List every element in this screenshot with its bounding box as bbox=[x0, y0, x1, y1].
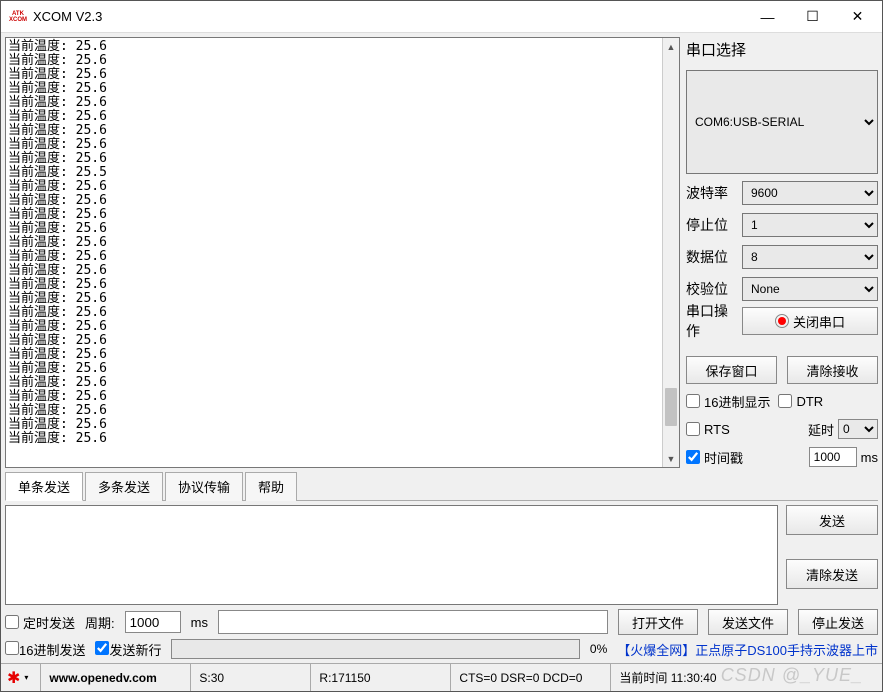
hex-display-label: 16进制显示 bbox=[704, 392, 770, 411]
maximize-button[interactable]: ☐ bbox=[790, 2, 835, 32]
gear-icon[interactable]: ✱ bbox=[7, 668, 20, 688]
send-file-button[interactable]: 发送文件 bbox=[708, 609, 788, 635]
send-tabs: 单条发送 多条发送 协议传输 帮助 bbox=[5, 468, 878, 501]
hex-send-label: 16进制发送 bbox=[19, 643, 85, 658]
port-select[interactable]: COM6:USB-SERIAL bbox=[686, 70, 878, 174]
minimize-button[interactable]: — bbox=[745, 2, 790, 32]
baud-select[interactable]: 9600 bbox=[742, 181, 878, 205]
status-bar: ✱▾ www.openedv.com S:30 R:171150 CTS=0 D… bbox=[1, 663, 882, 691]
scroll-thumb[interactable] bbox=[665, 388, 677, 426]
send-button[interactable]: 发送 bbox=[786, 505, 878, 535]
port-op-label: 串口操作 bbox=[686, 301, 734, 341]
open-file-button[interactable]: 打开文件 bbox=[618, 609, 698, 635]
status-time: 当前时间 11:30:40 bbox=[610, 664, 878, 691]
databit-select[interactable]: 8 bbox=[742, 245, 878, 269]
status-caret-icon[interactable]: ▾ bbox=[20, 673, 32, 682]
receive-text[interactable]: 当前温度: 25.6 当前温度: 25.6 当前温度: 25.6 当前温度: 2… bbox=[6, 38, 662, 467]
timestamp-input[interactable] bbox=[809, 447, 857, 467]
receive-panel: 当前温度: 25.6 当前温度: 25.6 当前温度: 25.6 当前温度: 2… bbox=[5, 37, 680, 468]
status-sent: S:30 bbox=[190, 664, 310, 691]
parity-select[interactable]: None bbox=[742, 277, 878, 301]
progress-label: 0% bbox=[590, 642, 607, 656]
status-line: CTS=0 DSR=0 DCD=0 bbox=[450, 664, 610, 691]
port-toggle-label: 关闭串口 bbox=[793, 312, 845, 331]
period-label: 周期: bbox=[85, 613, 115, 632]
side-title: 串口选择 bbox=[686, 39, 878, 60]
send-newline-label: 发送新行 bbox=[109, 643, 161, 658]
scroll-down-icon[interactable]: ▼ bbox=[663, 450, 679, 467]
timestamp-checkbox[interactable] bbox=[686, 450, 700, 464]
status-url[interactable]: www.openedv.com bbox=[40, 664, 190, 691]
title-bar: ATKXCOM XCOM V2.3 — ☐ ✕ bbox=[1, 1, 882, 33]
save-window-button[interactable]: 保存窗口 bbox=[686, 356, 777, 384]
period-input[interactable] bbox=[125, 611, 181, 633]
baud-label: 波特率 bbox=[686, 183, 734, 203]
close-button[interactable]: ✕ bbox=[835, 2, 880, 32]
stopbit-label: 停止位 bbox=[686, 215, 734, 235]
parity-label: 校验位 bbox=[686, 279, 734, 299]
hex-display-checkbox[interactable] bbox=[686, 394, 700, 408]
scrollbar[interactable]: ▲ ▼ bbox=[662, 38, 679, 467]
clear-send-button[interactable]: 清除发送 bbox=[786, 559, 878, 589]
window-title: XCOM V2.3 bbox=[33, 9, 745, 24]
file-path-field[interactable] bbox=[218, 610, 608, 634]
delay-label: 延时 bbox=[808, 420, 834, 439]
tab-help[interactable]: 帮助 bbox=[245, 472, 297, 501]
stopbit-select[interactable]: 1 bbox=[742, 213, 878, 237]
clear-recv-button[interactable]: 清除接收 bbox=[787, 356, 878, 384]
send-input[interactable] bbox=[5, 505, 778, 605]
status-recv: R:171150 bbox=[310, 664, 450, 691]
databit-label: 数据位 bbox=[686, 247, 734, 267]
hex-send-checkbox[interactable] bbox=[5, 641, 19, 655]
stop-send-button[interactable]: 停止发送 bbox=[798, 609, 878, 635]
rts-checkbox[interactable] bbox=[686, 422, 700, 436]
timestamp-label: 时间戳 bbox=[704, 448, 743, 467]
timed-send-label: 定时发送 bbox=[23, 613, 75, 632]
dtr-checkbox[interactable] bbox=[778, 394, 792, 408]
dtr-label: DTR bbox=[796, 394, 823, 409]
rts-label: RTS bbox=[704, 422, 730, 437]
timed-send-checkbox[interactable] bbox=[5, 615, 19, 629]
tab-protocol[interactable]: 协议传输 bbox=[165, 472, 243, 501]
send-panel: 发送 清除发送 定时发送 周期: ms 打开文件 发送文件 停止发送 16进制发… bbox=[1, 501, 882, 663]
tab-multi-send[interactable]: 多条发送 bbox=[85, 472, 163, 501]
app-icon: ATKXCOM bbox=[9, 8, 27, 26]
record-icon bbox=[775, 314, 789, 328]
promo-link[interactable]: 【火爆全网】正点原子DS100手持示波器上市 bbox=[617, 640, 878, 659]
send-newline-checkbox[interactable] bbox=[95, 641, 109, 655]
scroll-up-icon[interactable]: ▲ bbox=[663, 38, 679, 55]
port-toggle-button[interactable]: 关闭串口 bbox=[742, 307, 878, 335]
timestamp-unit: ms bbox=[861, 450, 878, 465]
progress-bar bbox=[171, 639, 579, 659]
side-panel: 串口选择 COM6:USB-SERIAL 波特率 9600 停止位 1 数据位 … bbox=[686, 37, 878, 468]
tab-single-send[interactable]: 单条发送 bbox=[5, 472, 83, 501]
period-unit: ms bbox=[191, 615, 208, 630]
delay-select[interactable]: 0 bbox=[838, 419, 878, 439]
